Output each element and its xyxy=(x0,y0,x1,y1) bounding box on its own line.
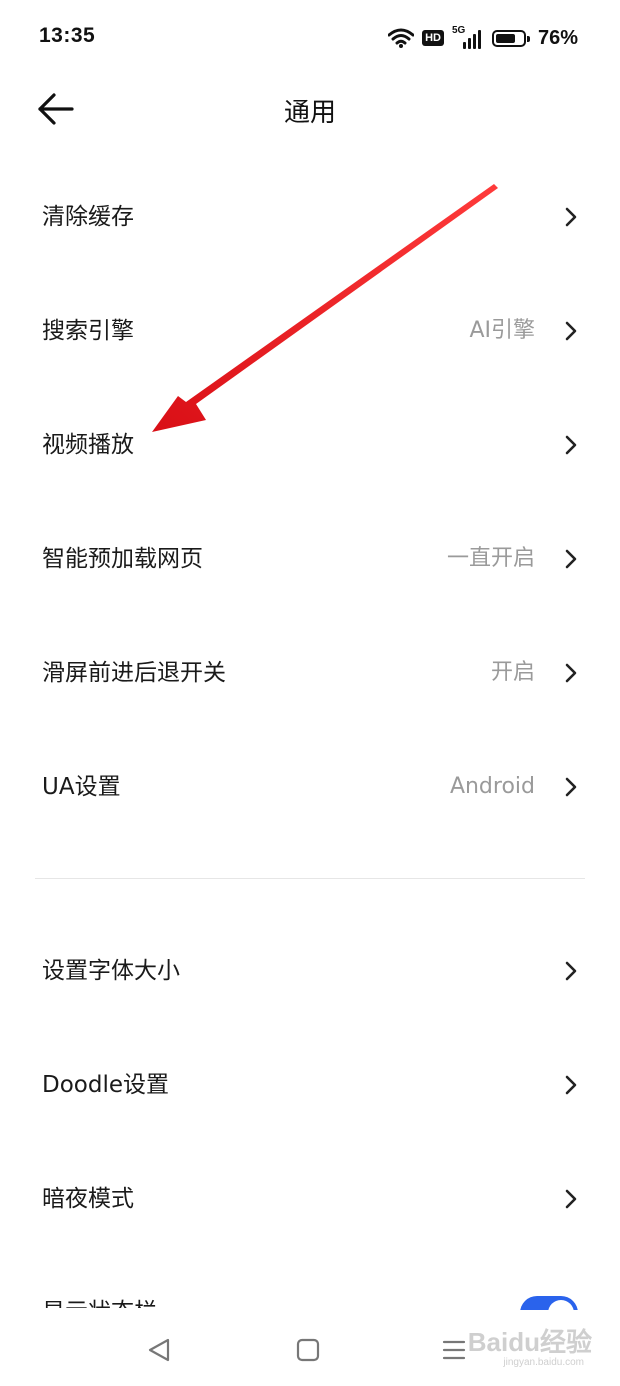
section-divider xyxy=(35,878,585,879)
setting-label: 搜索引擎 xyxy=(42,318,134,344)
setting-font-size[interactable]: 设置字体大小 xyxy=(0,914,620,1028)
setting-label: 设置字体大小 xyxy=(42,958,180,984)
nav-back-button[interactable] xyxy=(142,1332,178,1368)
setting-value: AI引擎 xyxy=(469,318,535,343)
setting-video-playback[interactable]: 视频播放 xyxy=(0,388,620,502)
status-icons: HD 5G 76% xyxy=(388,25,578,51)
setting-value: 一直开启 xyxy=(446,546,535,571)
battery-percent: 76% xyxy=(537,26,578,49)
chevron-right-icon xyxy=(565,321,577,341)
setting-label: 暗夜模式 xyxy=(42,1186,134,1212)
status-time: 13:35 xyxy=(39,24,96,47)
hd-badge: HD xyxy=(422,30,444,46)
setting-search-engine[interactable]: 搜索引擎 AI引擎 xyxy=(0,274,620,388)
chevron-right-icon xyxy=(565,777,577,797)
wifi-icon xyxy=(388,28,415,48)
status-bar: 13:35 HD 5G 76% xyxy=(0,0,620,76)
baidu-watermark: Baidu经验 xyxy=(467,1327,592,1357)
setting-label: 清除缓存 xyxy=(42,204,134,230)
setting-value: 开启 xyxy=(490,660,535,685)
signal-icon: 5G xyxy=(452,25,484,49)
square-home-icon xyxy=(296,1338,320,1362)
setting-ua[interactable]: UA设置 Android xyxy=(0,730,620,844)
setting-label: 视频播放 xyxy=(42,432,134,458)
setting-label: UA设置 xyxy=(42,774,121,800)
setting-dark-mode[interactable]: 暗夜模式 xyxy=(0,1142,620,1256)
chevron-right-icon xyxy=(565,663,577,683)
chevron-right-icon xyxy=(565,1189,577,1209)
menu-lines-icon xyxy=(442,1340,466,1360)
triangle-back-icon xyxy=(148,1338,170,1362)
battery-icon xyxy=(491,29,530,47)
chevron-right-icon xyxy=(565,435,577,455)
baidu-watermark-url: jingyan.baidu.com xyxy=(503,1357,584,1368)
nav-menu-button[interactable] xyxy=(436,1332,472,1368)
chevron-right-icon xyxy=(565,961,577,981)
chevron-right-icon xyxy=(565,549,577,569)
setting-value: Android xyxy=(449,774,535,799)
setting-swipe-navigation[interactable]: 滑屏前进后退开关 开启 xyxy=(0,616,620,730)
setting-label: 智能预加载网页 xyxy=(42,546,203,572)
chevron-right-icon xyxy=(565,1075,577,1095)
page-title: 通用 xyxy=(283,98,336,128)
setting-smart-preload[interactable]: 智能预加载网页 一直开启 xyxy=(0,502,620,616)
setting-clear-cache[interactable]: 清除缓存 xyxy=(0,160,620,274)
setting-doodle[interactable]: Doodle设置 xyxy=(0,1028,620,1142)
header: 通用 xyxy=(0,76,620,142)
setting-label: Doodle设置 xyxy=(42,1072,169,1098)
setting-label: 滑屏前进后退开关 xyxy=(42,660,226,686)
chevron-right-icon xyxy=(565,207,577,227)
nav-home-button[interactable] xyxy=(290,1332,326,1368)
setting-status-bar-label: 显示状态栏 xyxy=(42,1292,157,1308)
